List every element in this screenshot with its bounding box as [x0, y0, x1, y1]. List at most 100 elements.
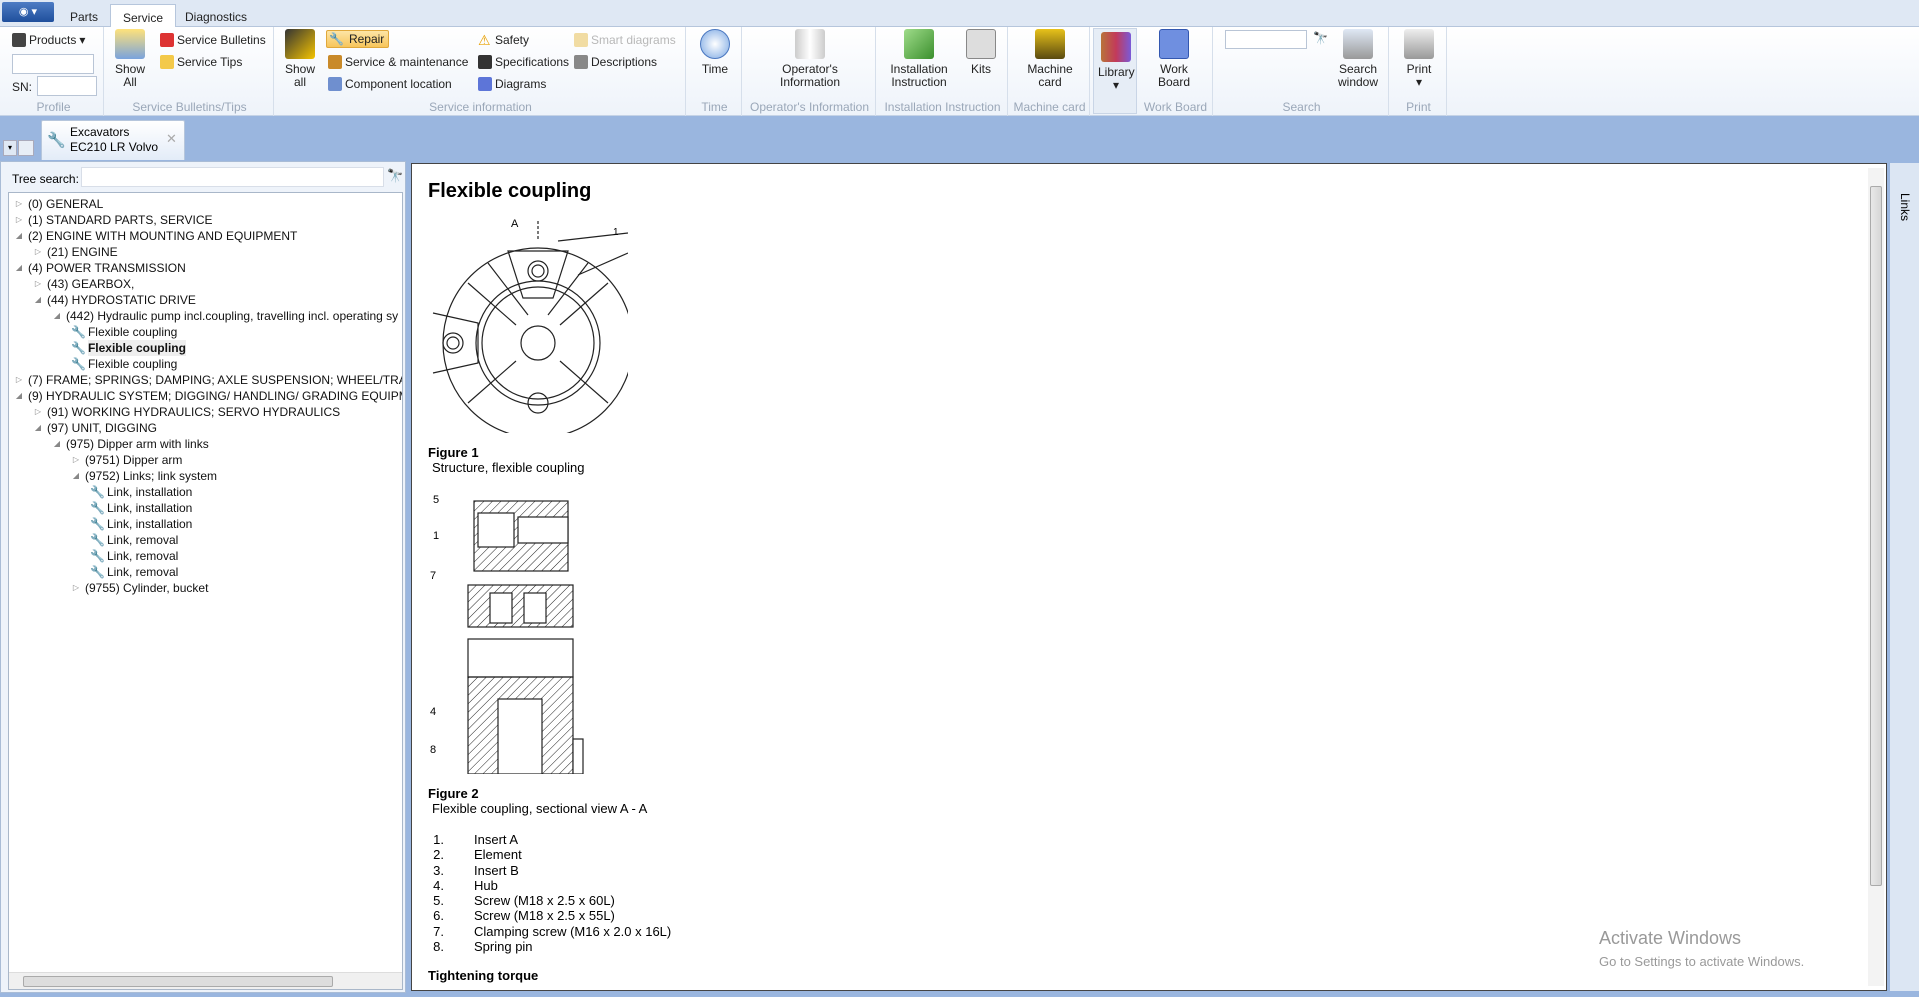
tree-node[interactable]: 🔧 Link, removal	[90, 564, 178, 580]
tab-parts[interactable]: Parts	[58, 4, 110, 27]
service-maintenance-button[interactable]: Service & maintenance	[328, 55, 468, 69]
tree-node[interactable]: 🔧 Link, removal	[90, 532, 178, 548]
smart-diagrams-button[interactable]: Smart diagrams	[574, 33, 676, 47]
application-menu-button[interactable]: ◉ ▾	[2, 2, 54, 22]
tree-node[interactable]: ▷ (9751) Dipper arm	[71, 452, 182, 468]
label: Descriptions	[591, 55, 658, 69]
installation-instruction-button[interactable]: Installation Instruction	[884, 29, 954, 89]
wrench-icon: 🔧	[90, 549, 105, 563]
library-button[interactable]: Library ▾	[1093, 28, 1137, 114]
sn-label: SN:	[12, 80, 33, 94]
operators-information-button[interactable]: Operator's Information	[754, 29, 866, 89]
service-tips-button[interactable]: Service Tips	[160, 55, 242, 69]
tree-node[interactable]: 🔧 Link, installation	[90, 500, 192, 516]
tree-node[interactable]: ◢ (4) POWER TRANSMISSION	[14, 260, 186, 276]
tree-node[interactable]: ▷ (7) FRAME; SPRINGS; DAMPING; AXLE SUSPE…	[14, 372, 403, 388]
tree-search-input[interactable]	[81, 167, 384, 187]
parts-list-item: 7. Clamping screw (M16 x 2.0 x 16L)	[428, 924, 671, 939]
kits-button[interactable]: Kits	[964, 29, 998, 76]
expand-arrow-icon[interactable]: ▷	[71, 452, 81, 468]
products-dropdown[interactable]: Products ▾	[12, 33, 85, 47]
diagrams-button[interactable]: Diagrams	[478, 77, 546, 91]
close-tab-icon[interactable]: ✕	[166, 131, 177, 147]
tab-title-line1: Excavators	[70, 125, 130, 139]
show-all-service-button[interactable]: Show all	[284, 29, 316, 89]
show-all-bulletins-button[interactable]: Show All	[114, 29, 146, 89]
expand-arrow-icon[interactable]: ▷	[14, 372, 24, 388]
tab-list-dropdown[interactable]: ▾	[3, 140, 17, 156]
scrollbar-thumb[interactable]	[1870, 186, 1882, 886]
vertical-scrollbar[interactable]	[1868, 168, 1884, 986]
tree-node-label: (21) ENGINE	[47, 245, 118, 259]
collapse-arrow-icon[interactable]: ◢	[14, 228, 24, 244]
tree-node[interactable]: ◢ (9752) Links; link system	[71, 468, 217, 484]
print-button[interactable]: Print ▾	[1401, 29, 1437, 89]
item-text: Element	[474, 847, 522, 863]
tree-node[interactable]: ▷ (21) ENGINE	[33, 244, 118, 260]
tree-node[interactable]: ◢ (44) HYDROSTATIC DRIVE	[33, 292, 196, 308]
search-window-button[interactable]: Search window	[1335, 29, 1381, 89]
oil-drop-icon	[328, 55, 342, 69]
library-dropdown[interactable]: Library ▾	[1098, 32, 1135, 92]
tree-node[interactable]: 🔧 Flexible coupling	[71, 324, 177, 340]
tree-node[interactable]: ▷ (91) WORKING HYDRAULICS; SERVO HYDRAULI…	[33, 404, 340, 420]
safety-button[interactable]: ⚠ Safety	[478, 33, 529, 47]
binoculars-icon[interactable]: 🔭	[387, 168, 403, 184]
tree-node[interactable]: ◢ (97) UNIT, DIGGING	[33, 420, 157, 436]
specifications-icon	[478, 55, 492, 69]
collapse-arrow-icon[interactable]: ◢	[14, 388, 24, 404]
horizontal-scrollbar[interactable]	[9, 972, 402, 989]
item-number: 1.	[433, 832, 444, 847]
tree-node[interactable]: 🔧 Flexible coupling	[71, 340, 186, 356]
expand-arrow-icon[interactable]: ▷	[71, 580, 81, 596]
search-input[interactable]	[1225, 30, 1307, 49]
repair-button[interactable]: 🔧 Repair	[326, 30, 390, 48]
time-button[interactable]: Time	[696, 29, 734, 76]
service-bulletins-button[interactable]: Service Bulletins	[160, 33, 266, 47]
tree-node[interactable]: 🔧 Link, installation	[90, 516, 192, 532]
tree-node[interactable]: ◢ (975) Dipper arm with links	[52, 436, 209, 452]
tree-node-label: (7) FRAME; SPRINGS; DAMPING; AXLE SUSPEN…	[28, 373, 403, 387]
expand-arrow-icon[interactable]: ▷	[33, 244, 43, 260]
collapse-arrow-icon[interactable]: ◢	[33, 420, 43, 436]
tree-node-label: Flexible coupling	[87, 340, 186, 356]
tree-node[interactable]: ▷ (43) GEARBOX,	[33, 276, 134, 292]
expand-arrow-icon[interactable]: ▷	[33, 276, 43, 292]
expand-arrow-icon[interactable]: ▷	[33, 404, 43, 420]
scrollbar-thumb[interactable]	[23, 976, 333, 987]
component-location-button[interactable]: Component location	[328, 77, 452, 91]
item-number: 2.	[433, 847, 444, 863]
expand-arrow-icon[interactable]: ▷	[14, 212, 24, 228]
links-side-panel[interactable]: Links	[1890, 163, 1919, 991]
label: Service Bulletins	[177, 33, 266, 47]
tree-node-label: Link, removal	[106, 533, 179, 547]
sn-input[interactable]	[37, 76, 97, 96]
figure2-label: Figure 2	[428, 786, 479, 801]
collapse-arrow-icon[interactable]: ◢	[52, 308, 62, 324]
product-input[interactable]	[12, 54, 94, 74]
collapse-arrow-icon[interactable]: ◢	[33, 292, 43, 308]
new-tab-button[interactable]	[18, 140, 34, 156]
document-tab-ec210[interactable]: 🔧 Excavators EC210 LR Volvo ✕	[41, 120, 185, 160]
activation-watermark-sub: Go to Settings to activate Windows.	[1599, 954, 1805, 969]
tab-diagnostics[interactable]: Diagnostics	[173, 4, 259, 27]
tree-node[interactable]: ▷ (0) GENERAL	[14, 196, 103, 212]
collapse-arrow-icon[interactable]: ◢	[71, 468, 81, 484]
tree-node[interactable]: ◢ (9) HYDRAULIC SYSTEM; DIGGING/ HANDLING…	[14, 388, 402, 404]
binoculars-icon[interactable]: 🔭	[1313, 31, 1328, 45]
tree-node[interactable]: 🔧 Link, installation	[90, 484, 192, 500]
collapse-arrow-icon[interactable]: ◢	[14, 260, 24, 276]
descriptions-button[interactable]: Descriptions	[574, 55, 657, 69]
tree-node[interactable]: ◢ (2) ENGINE WITH MOUNTING AND EQUIPMENT	[14, 228, 297, 244]
tree-node[interactable]: 🔧 Flexible coupling	[71, 356, 177, 372]
expand-arrow-icon[interactable]: ▷	[14, 196, 24, 212]
tree-node[interactable]: ▷ (9755) Cylinder, bucket	[71, 580, 208, 596]
tree-node[interactable]: ◢ (442) Hydraulic pump incl.coupling, tra…	[52, 308, 398, 324]
machine-card-button[interactable]: Machine card	[1016, 29, 1084, 89]
collapse-arrow-icon[interactable]: ◢	[52, 436, 62, 452]
tree-node[interactable]: ▷ (1) STANDARD PARTS, SERVICE	[14, 212, 213, 228]
tree-node[interactable]: 🔧 Link, removal	[90, 548, 178, 564]
specifications-button[interactable]: Specifications	[478, 55, 569, 69]
tab-service[interactable]: Service	[110, 4, 177, 28]
work-board-button[interactable]: Work Board	[1149, 29, 1199, 89]
